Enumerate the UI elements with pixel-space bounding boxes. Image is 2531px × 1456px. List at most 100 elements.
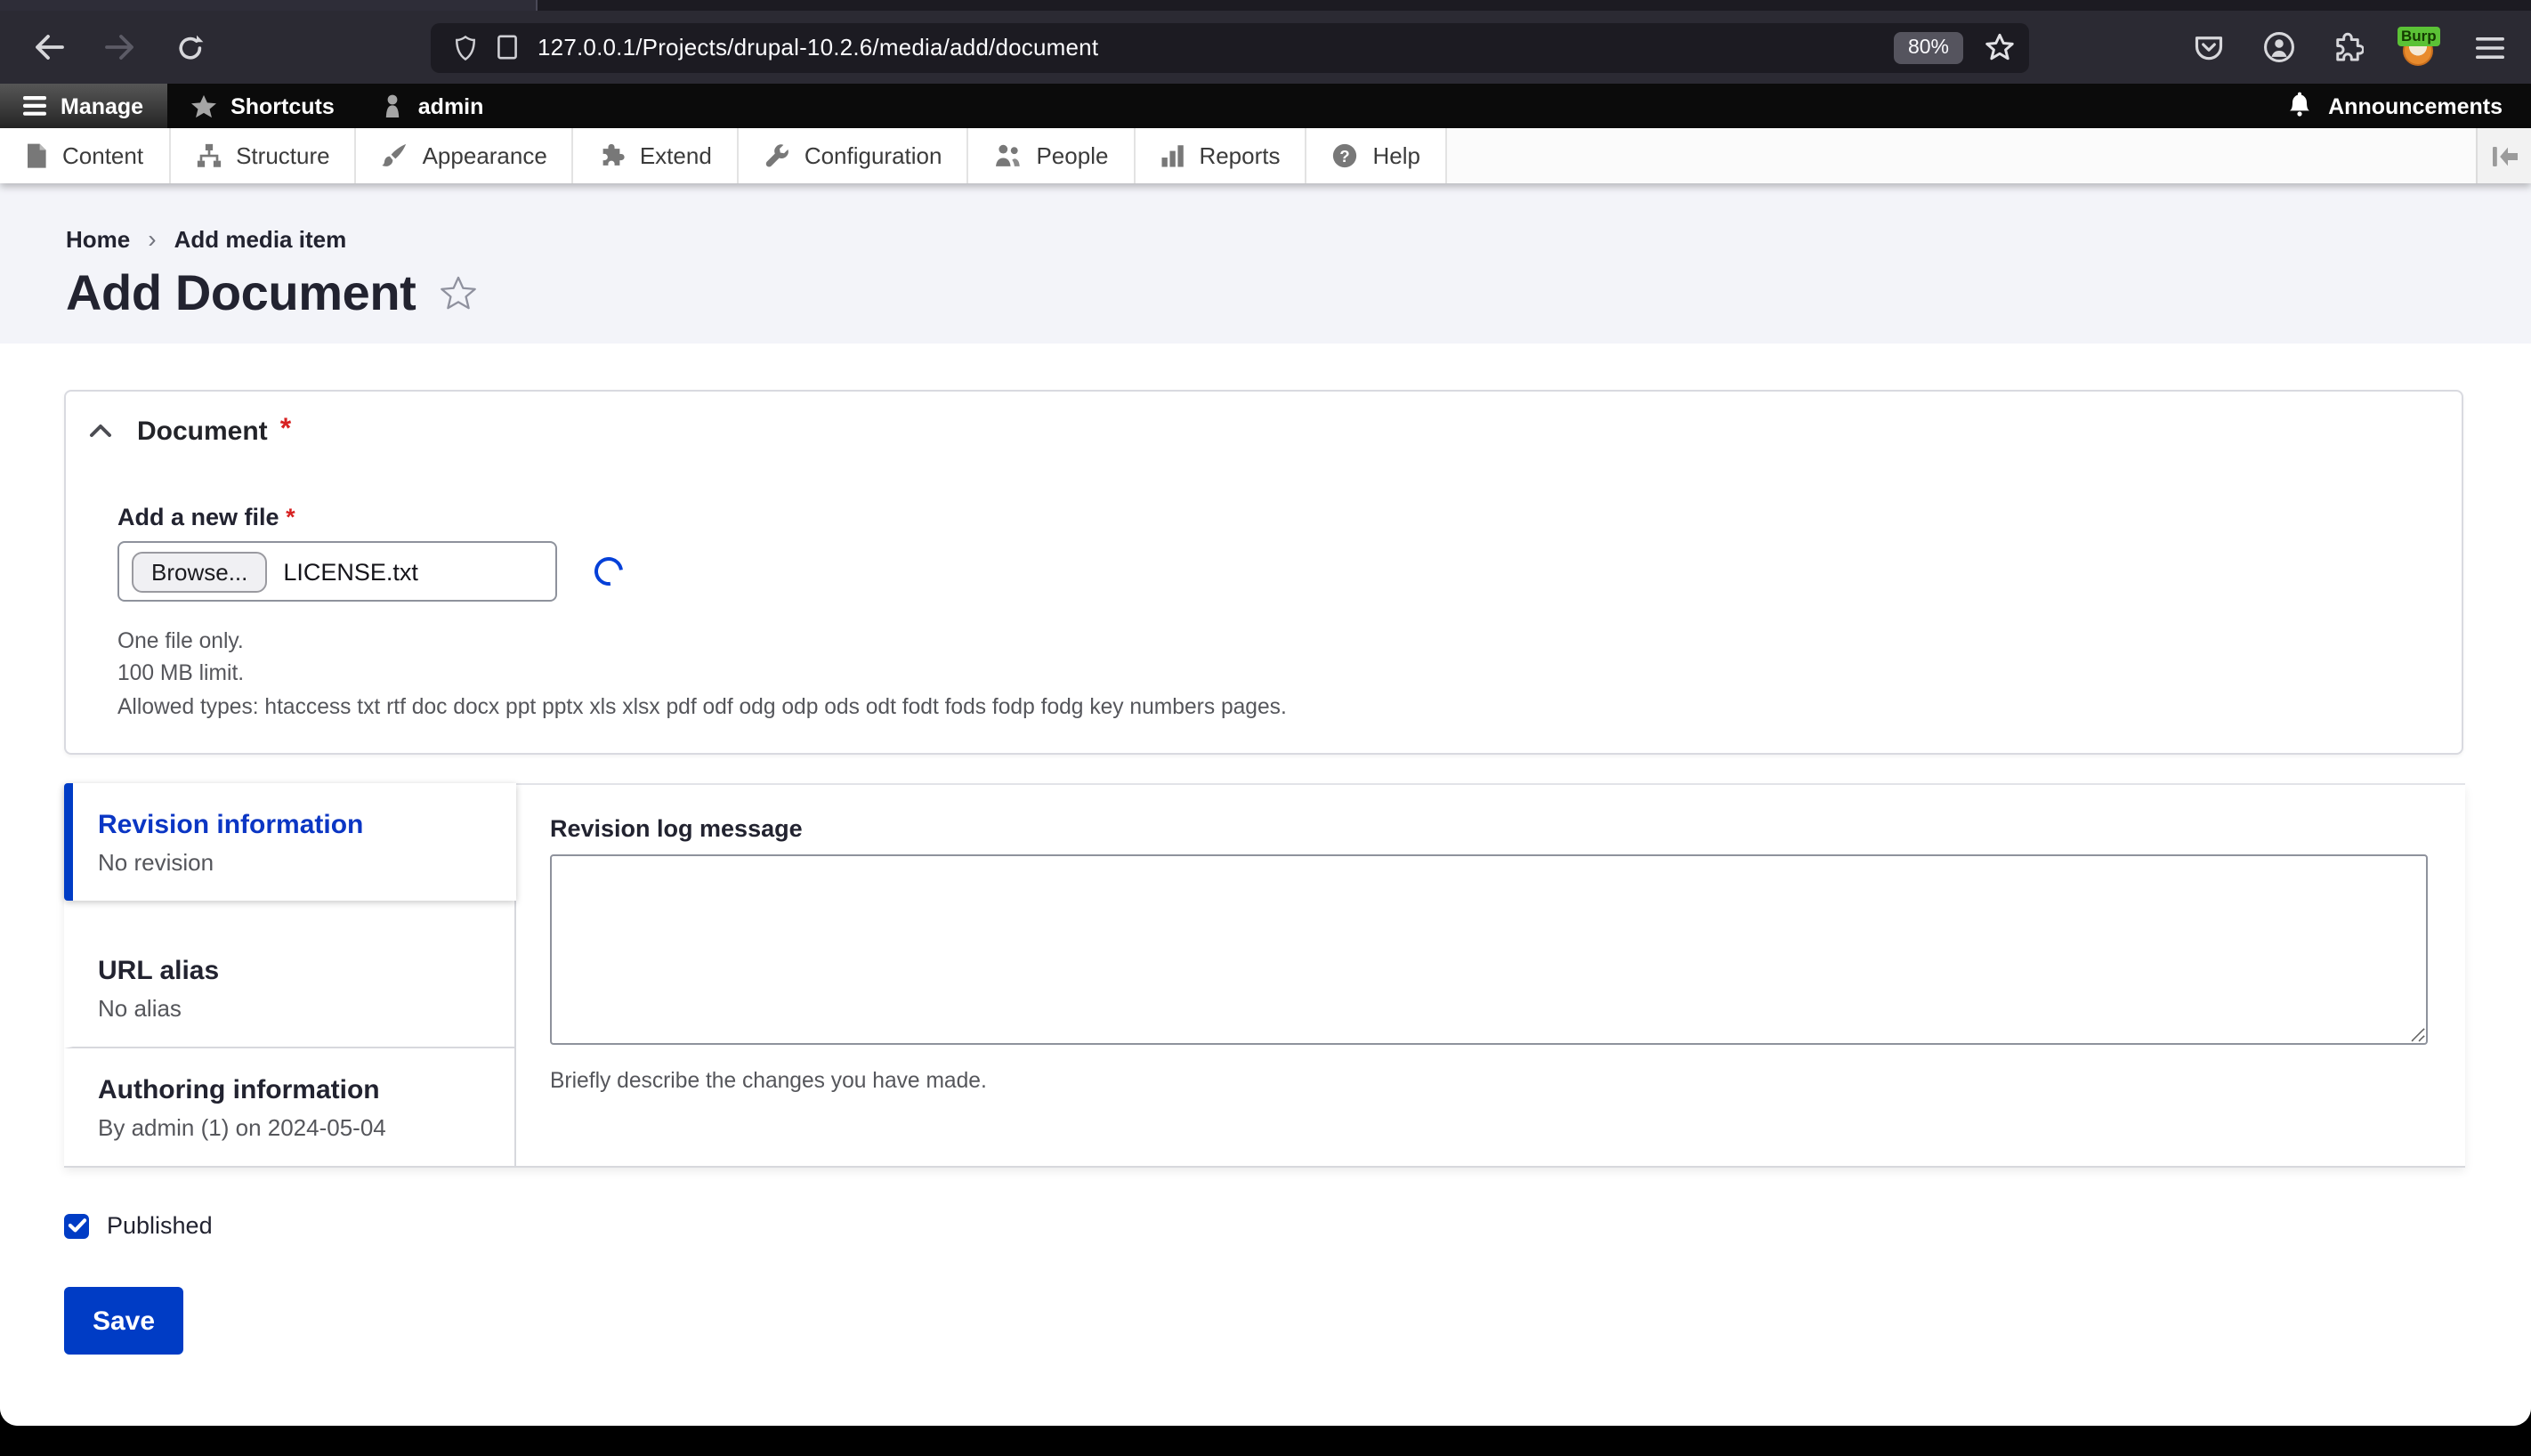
main-content: Document * Add a new file * Browse... LI… [0, 344, 2531, 1426]
configuration-wrench-icon [764, 142, 790, 169]
account-icon [2263, 32, 2293, 62]
bookmark-star-icon [1985, 33, 2014, 61]
bookmark-star-button[interactable] [1985, 32, 2015, 62]
reload-button[interactable] [164, 22, 217, 72]
menu-item-appearance[interactable]: Appearance [356, 128, 574, 183]
hamburger-icon [2476, 36, 2504, 58]
flag-page-star-button[interactable] [439, 276, 476, 311]
vertical-tabs-menu: Revision information No revision URL ali… [64, 783, 516, 1167]
revision-log-textarea[interactable] [550, 854, 2428, 1046]
menu-item-content[interactable]: Content [0, 128, 171, 183]
menu-item-people[interactable]: People [968, 128, 1136, 183]
toolbar-item-label: admin [417, 93, 484, 118]
menu-item-structure[interactable]: Structure [170, 128, 357, 183]
menu-item-extend[interactable]: Extend [573, 128, 739, 183]
toolbar-item-user[interactable]: admin [358, 84, 507, 128]
page-title: Add Document [66, 265, 416, 320]
bell-icon [2287, 90, 2312, 122]
published-checkbox[interactable] [64, 1213, 89, 1239]
menu-item-label: Configuration [804, 142, 942, 169]
url-text[interactable]: 127.0.0.1/Projects/drupal-10.2.6/media/a… [538, 34, 1894, 61]
toolbar-item-label: Shortcuts [230, 93, 335, 118]
menu-item-help[interactable]: ? Help [1306, 128, 1447, 183]
menu-item-configuration[interactable]: Configuration [738, 128, 969, 183]
upload-progress-spinner [588, 551, 629, 592]
pocket-icon [2195, 36, 2223, 60]
help-line: One file only. [117, 628, 244, 653]
file-field-description: One file only. 100 MB limit. Allowed typ… [117, 628, 2412, 720]
browse-button[interactable]: Browse... [132, 551, 268, 592]
chevron-up-icon [89, 424, 112, 438]
burp-extension-button[interactable]: Burp [2398, 26, 2440, 67]
tab-label: Authoring information [98, 1075, 380, 1106]
selected-file-name: LICENSE.txt [283, 558, 418, 585]
tab-summary: No revision [98, 849, 214, 877]
menu-item-label: Content [62, 142, 144, 169]
tab-label: URL alias [98, 956, 220, 987]
back-button[interactable] [21, 22, 75, 72]
drupal-admin-menu: Content Structure Appearance Extend Conf… [0, 128, 2531, 183]
appearance-icon [382, 142, 408, 169]
page-info-icon[interactable] [495, 34, 520, 61]
revision-log-label: Revision log message [550, 815, 803, 843]
breadcrumb: Home › Add media item [66, 224, 2531, 253]
collapse-left-icon [2492, 146, 2517, 166]
tab-revision-information[interactable]: Revision information No revision [64, 783, 516, 902]
tab-strip [0, 0, 2531, 11]
checkmark-icon [67, 1219, 86, 1234]
menu-item-label: Extend [639, 142, 712, 169]
fieldset-legend-label: Document [137, 416, 268, 446]
menu-item-label: Help [1372, 142, 1421, 169]
extension-badge: Burp [2398, 26, 2440, 45]
tab-url-alias[interactable]: URL alias No alias [64, 930, 514, 1049]
toolbar-right-cluster: Burp [2189, 26, 2510, 67]
tab-authoring-information[interactable]: Authoring information By admin (1) on 20… [64, 1049, 514, 1167]
svg-text:?: ? [1340, 147, 1350, 166]
help-line: 100 MB limit. [117, 660, 245, 686]
user-icon [381, 93, 404, 118]
revision-information-pane: Revision log message Briefly describe th… [516, 783, 2465, 1167]
document-fieldset-legend[interactable]: Document * [89, 415, 2412, 447]
toolbar-item-announcements[interactable]: Announcements [2259, 84, 2531, 128]
file-field-label: Add a new file [117, 504, 279, 530]
required-marker: * [279, 415, 292, 445]
extend-puzzle-icon [599, 142, 626, 169]
toolbar-item-shortcuts[interactable]: Shortcuts [166, 84, 358, 128]
reports-chart-icon [1160, 142, 1185, 169]
breadcrumb-home-link[interactable]: Home [66, 225, 130, 252]
menu-button[interactable] [2470, 28, 2510, 67]
url-bar[interactable]: 127.0.0.1/Projects/drupal-10.2.6/media/a… [431, 22, 2029, 72]
menu-item-reports[interactable]: Reports [1135, 128, 1307, 183]
people-icon [993, 142, 1022, 169]
toolbar-orientation-toggle[interactable] [2476, 128, 2531, 183]
save-button[interactable]: Save [64, 1287, 183, 1355]
forward-button[interactable] [93, 22, 146, 72]
back-icon [35, 35, 63, 60]
browser-window: 127.0.0.1/Projects/drupal-10.2.6/media/a… [0, 0, 2531, 1426]
breadcrumb-separator: › [148, 224, 157, 253]
file-upload-input[interactable]: Browse... LICENSE.txt [117, 541, 557, 602]
breadcrumb-current: Add media item [174, 225, 347, 252]
manage-hamburger-icon [23, 96, 46, 116]
page-header: Home › Add media item Add Document [0, 183, 2531, 344]
shield-icon[interactable] [452, 33, 479, 61]
toolbar-item-manage[interactable]: Manage [0, 84, 167, 128]
zoom-level-badge[interactable]: 80% [1893, 31, 1963, 63]
desktop: 127.0.0.1/Projects/drupal-10.2.6/media/a… [0, 0, 2531, 1456]
tab-divider [536, 0, 538, 11]
tab-summary: No alias [98, 995, 182, 1023]
help-line: Allowed types: htaccess txt rtf doc docx… [117, 693, 1287, 719]
reload-icon [179, 34, 204, 59]
extensions-button[interactable] [2328, 28, 2367, 67]
document-fieldset: Document * Add a new file * Browse... LI… [64, 390, 2463, 756]
menu-item-label: Structure [236, 142, 330, 169]
drupal-admin-toolbar: Manage Shortcuts admin Announcements [0, 84, 2531, 128]
toolbar-item-label: Manage [61, 93, 144, 118]
puzzle-icon [2336, 31, 2364, 61]
pocket-button[interactable] [2189, 28, 2228, 67]
toolbar-item-label: Announcements [2328, 93, 2503, 118]
published-label[interactable]: Published [107, 1213, 213, 1240]
content-icon [25, 142, 48, 169]
account-button[interactable] [2259, 28, 2298, 67]
browser-toolbar: 127.0.0.1/Projects/drupal-10.2.6/media/a… [0, 11, 2531, 84]
